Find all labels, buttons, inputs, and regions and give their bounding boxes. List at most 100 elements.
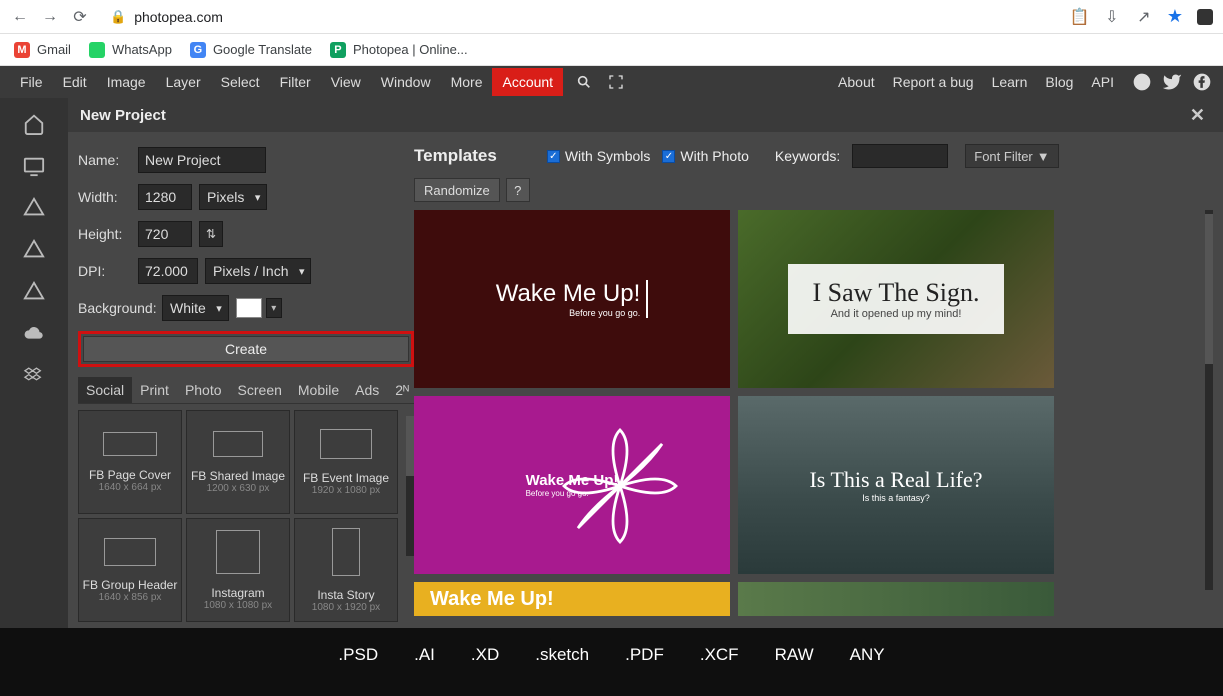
bookmark-item[interactable]: GGoogle Translate (190, 42, 312, 58)
address-bar[interactable]: 🔒 photopea.com (100, 9, 223, 25)
menu-account[interactable]: Account (492, 68, 563, 96)
preset-title: FB Group Header (83, 578, 178, 592)
menu-filter[interactable]: Filter (270, 68, 321, 96)
dpi-input[interactable] (138, 258, 198, 284)
format-item[interactable]: .sketch (535, 645, 589, 665)
format-item[interactable]: .PSD (338, 645, 378, 665)
search-icon[interactable] (573, 74, 595, 90)
template-card[interactable]: Wake Me Up!Before you go go. (414, 210, 730, 388)
format-label: .XD (471, 645, 499, 665)
preset-card[interactable]: Instagram1080 x 1080 px (186, 518, 290, 622)
preset-card[interactable]: FB Shared Image1200 x 630 px (186, 410, 290, 514)
preset-dim: 1200 x 630 px (207, 483, 270, 494)
preset-thumb (213, 431, 263, 457)
bookmark-star-icon[interactable]: ★ (1167, 6, 1183, 27)
bookmark-favicon (89, 42, 105, 58)
menu-link[interactable]: API (1082, 68, 1123, 96)
templates-scrollbar[interactable] (1205, 210, 1213, 590)
home-icon[interactable] (22, 112, 46, 136)
gdrive-icon-3[interactable] (22, 280, 46, 304)
preset-title: FB Shared Image (191, 469, 285, 483)
create-button[interactable]: Create (83, 336, 409, 362)
tool-sidebar (0, 98, 68, 628)
twitter-icon[interactable] (1161, 71, 1183, 93)
swatch-dropdown-icon[interactable]: ▾ (266, 298, 282, 318)
menu-view[interactable]: View (321, 68, 371, 96)
preset-scrollbar[interactable] (406, 416, 414, 556)
bookmark-item[interactable]: PPhotopea | Online... (330, 42, 468, 58)
background-select[interactable]: White (162, 295, 229, 321)
create-highlight: Create (78, 331, 414, 367)
preset-card[interactable]: Insta Story1080 x 1920 px (294, 518, 398, 622)
bookmark-item[interactable]: WhatsApp (89, 42, 172, 58)
template-card[interactable]: I Saw The Sign.And it opened up my mind! (738, 210, 1054, 388)
height-input[interactable] (138, 221, 192, 247)
menu-link[interactable]: Blog (1036, 68, 1082, 96)
close-button[interactable]: ✕ (1184, 103, 1211, 128)
template-card[interactable]: Wake Me Up! (414, 582, 730, 616)
browser-actions: 📋 ⇩ ↗ ★ (1071, 6, 1213, 27)
menu-layer[interactable]: Layer (156, 68, 211, 96)
share-icon[interactable]: ↗ (1135, 8, 1153, 26)
reload-button[interactable]: ⟳ (70, 7, 90, 27)
preset-tab[interactable]: 2ᴺ (387, 377, 417, 403)
preset-card[interactable]: FB Group Header1640 x 856 px (78, 518, 182, 622)
menu-image[interactable]: Image (97, 68, 156, 96)
format-item[interactable]: .XCF (700, 645, 739, 665)
preset-dim: 1640 x 664 px (99, 482, 162, 493)
download-icon[interactable]: ⇩ (1103, 8, 1121, 26)
menu-link[interactable]: Learn (983, 68, 1037, 96)
extension-icon[interactable] (1197, 9, 1213, 25)
preset-tab[interactable]: Photo (177, 377, 230, 403)
templates-panel: Templates ✓With Symbols ✓With Photo Keyw… (414, 132, 1223, 628)
with-symbols-checkbox[interactable]: ✓With Symbols (547, 148, 651, 164)
preset-tab[interactable]: Mobile (290, 377, 347, 403)
name-input[interactable] (138, 147, 266, 173)
format-item[interactable]: RAW (775, 645, 814, 665)
facebook-icon[interactable] (1191, 71, 1213, 93)
dropbox-icon[interactable] (22, 364, 46, 388)
keywords-input[interactable] (852, 144, 948, 168)
menu-file[interactable]: File (10, 68, 53, 96)
new-project-dialog: New Project ✕ Name: Width: Pixels Height… (68, 98, 1223, 628)
preset-tab[interactable]: Screen (230, 377, 290, 403)
dpi-unit-select[interactable]: Pixels / Inch (205, 258, 311, 284)
bookmark-item[interactable]: MGmail (14, 42, 71, 58)
menu-window[interactable]: Window (371, 68, 441, 96)
format-item[interactable]: .AI (414, 645, 435, 665)
menu-link[interactable]: Report a bug (884, 68, 983, 96)
background-swatch[interactable] (236, 298, 262, 318)
clipboard-icon[interactable]: 📋 (1071, 8, 1089, 26)
reddit-icon[interactable] (1131, 71, 1153, 93)
width-unit-select[interactable]: Pixels (199, 184, 267, 210)
font-filter-button[interactable]: Font Filter▼ (965, 144, 1058, 168)
fullscreen-icon[interactable] (605, 74, 627, 90)
preset-tab[interactable]: Ads (347, 377, 387, 403)
format-item[interactable]: .PDF (625, 645, 664, 665)
format-label: .PDF (625, 645, 664, 665)
preset-card[interactable]: FB Event Image1920 x 1080 px (294, 410, 398, 514)
display-icon[interactable] (22, 154, 46, 178)
back-button[interactable]: ← (10, 7, 30, 27)
cloud-icon[interactable] (22, 322, 46, 346)
gdrive-icon[interactable] (22, 196, 46, 220)
menu-more[interactable]: More (441, 68, 493, 96)
format-item[interactable]: .XD (471, 645, 499, 665)
width-input[interactable] (138, 184, 192, 210)
forward-button[interactable]: → (40, 7, 60, 27)
preset-tab[interactable]: Print (132, 377, 177, 403)
preset-tab[interactable]: Social (78, 377, 132, 403)
template-card[interactable] (738, 582, 1054, 616)
menu-edit[interactable]: Edit (53, 68, 97, 96)
help-button[interactable]: ? (506, 178, 530, 202)
menu-link[interactable]: About (829, 68, 884, 96)
randomize-button[interactable]: Randomize (414, 178, 500, 202)
preset-card[interactable]: FB Page Cover1640 x 664 px (78, 410, 182, 514)
template-card[interactable]: Is This a Real Life?Is this a fantasy? (738, 396, 1054, 574)
with-photo-checkbox[interactable]: ✓With Photo (662, 148, 748, 164)
gdrive-icon-2[interactable] (22, 238, 46, 262)
format-item[interactable]: ANY (850, 645, 885, 665)
template-card[interactable]: Wake Me Up!Before you go go. (414, 396, 730, 574)
swap-dimensions-button[interactable]: ⇅ (199, 221, 223, 247)
menu-select[interactable]: Select (211, 68, 270, 96)
